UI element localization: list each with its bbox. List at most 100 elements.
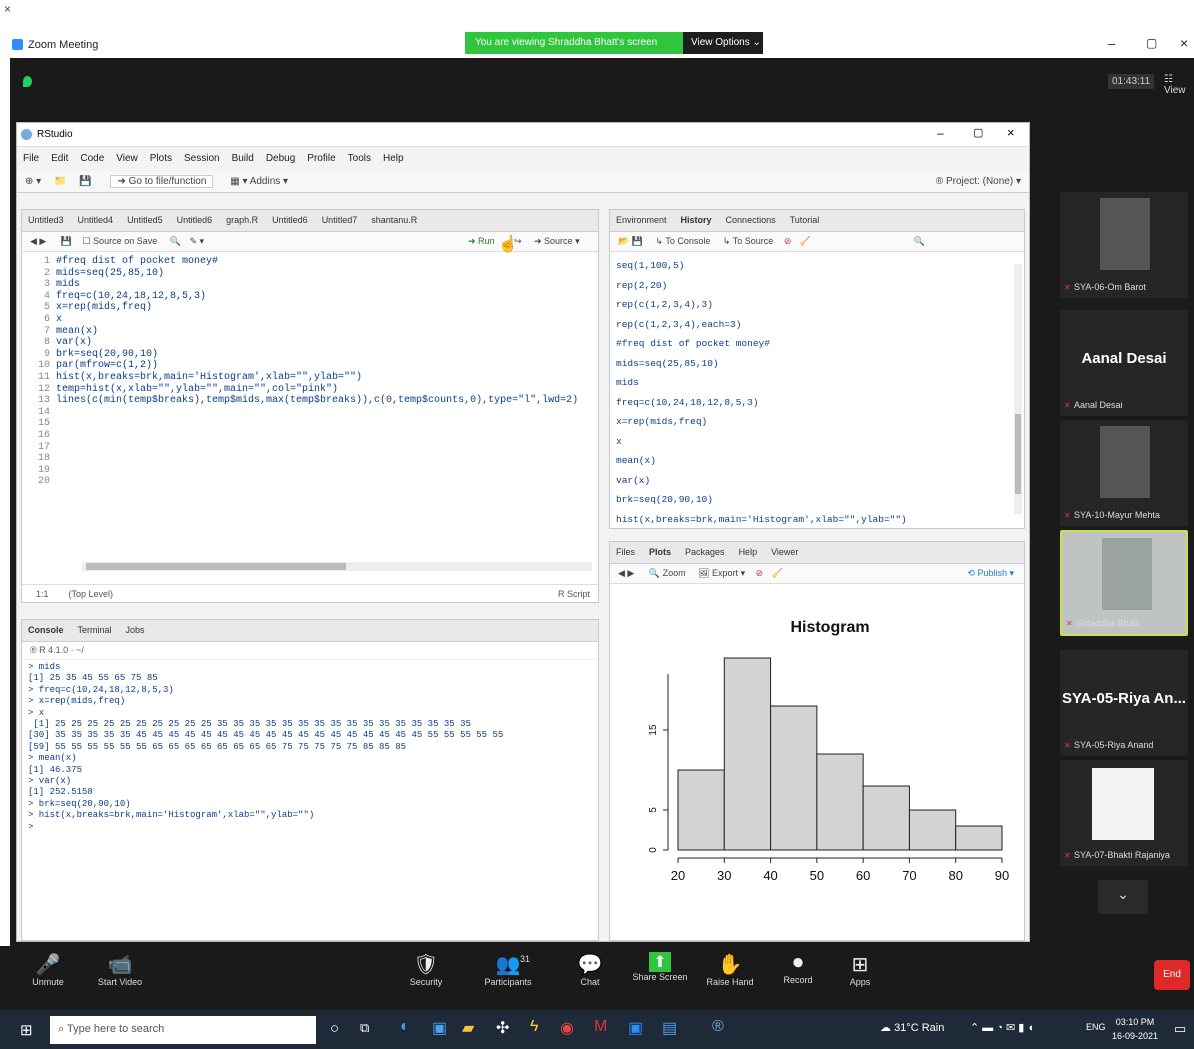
view-options-button[interactable]: View Options ⌄ [683, 32, 763, 54]
history-item[interactable]: mids [616, 373, 1018, 393]
remove-plot-icon[interactable]: ⊘ [756, 568, 764, 578]
menu-item[interactable]: Edit [51, 153, 68, 165]
winamp-icon[interactable]: ϟ [530, 1018, 538, 1036]
menu-item[interactable]: Tools [348, 153, 371, 165]
participant-tile[interactable]: Aanal Desai ✕ Aanal Desai [1060, 310, 1188, 416]
history-item[interactable]: var(x) [616, 471, 1018, 491]
rs-maximize-icon[interactable]: ▢ [973, 126, 983, 139]
explorer-icon[interactable]: ▰ [462, 1018, 474, 1038]
chat-button[interactable]: 💬 Chat [560, 946, 620, 1002]
menu-item[interactable]: Code [80, 153, 104, 165]
load-history-icon[interactable]: 📂 💾 [618, 236, 643, 246]
security-button[interactable]: 🛡 Security [396, 946, 456, 1002]
menu-item[interactable]: Help [383, 153, 404, 165]
tab[interactable]: Untitled6 [272, 215, 308, 226]
participant-tile[interactable]: ✕ Shraddha Bhatt [1060, 530, 1188, 636]
close-icon[interactable]: × [1180, 35, 1188, 51]
history-item[interactable]: freq=c(10,24,18,12,8,5,3) [616, 393, 1018, 413]
participant-tile[interactable]: SYA-05-Riya An... ✕ SYA-05-Riya Anand [1060, 650, 1188, 756]
menu-item[interactable]: Plots [150, 153, 172, 165]
taskbar-search-input[interactable]: ⌕ Type here to search [50, 1016, 316, 1044]
store-icon[interactable]: ▣ [432, 1018, 447, 1038]
history-item[interactable]: x [616, 432, 1018, 452]
menu-item[interactable]: Debug [266, 153, 295, 165]
task-view-icon[interactable]: ⧉ [360, 1020, 369, 1036]
minimize-icon[interactable]: – [1108, 36, 1115, 51]
clock[interactable]: 03:10 PM 16-09-2021 [1112, 1015, 1158, 1043]
source-on-save-checkbox[interactable]: ☐ Source on Save [83, 236, 158, 246]
close-x-icon[interactable]: × [4, 2, 11, 16]
to-console-button[interactable]: ↳ To Console [655, 236, 710, 246]
history-item[interactable]: rep(2,20) [616, 276, 1018, 296]
word-icon[interactable]: ▤ [662, 1018, 677, 1038]
console-output[interactable]: > mids [1] 25 35 45 55 65 75 85 > freq=c(1… [22, 660, 598, 932]
plot-nav-icon[interactable]: ◀ ▶ [618, 568, 634, 578]
tab[interactable]: Untitled7 [322, 215, 358, 226]
save-editor-icon[interactable]: 💾 [61, 236, 72, 246]
zoom-plot-button[interactable]: 🔍 Zoom [649, 568, 686, 578]
history-item[interactable]: hist(x,breaks=brk,main='Histogram',xlab=… [616, 510, 1018, 525]
export-button[interactable]: 🖼 Export ▾ [698, 568, 745, 578]
tab[interactable]: Terminal [78, 625, 112, 636]
project-menu[interactable]: ® Project: (None) ▾ [936, 176, 1021, 187]
history-scrollbar[interactable] [1014, 264, 1022, 514]
tab[interactable]: shantanu.R [371, 215, 417, 226]
to-source-button[interactable]: ↳ To Source [723, 236, 773, 246]
history-item[interactable]: brk=seq(20,90,10) [616, 490, 1018, 510]
zoom-taskbar-icon[interactable]: ▣ [628, 1018, 643, 1038]
tab[interactable]: Connections [726, 215, 776, 226]
end-button[interactable]: End [1154, 960, 1190, 990]
new-file-icon[interactable]: ⊕ ▾ [25, 176, 41, 187]
source-button[interactable]: ➜ Source ▾ [534, 236, 580, 247]
menu-item[interactable]: Build [232, 153, 254, 165]
back-icon[interactable]: ◀ ▶ [30, 236, 46, 246]
addins-menu[interactable]: ▦ ▾ Addins ▾ [230, 176, 288, 187]
participant-tile[interactable]: ✕ SYA-07-Bhakti Rajaniya [1060, 760, 1188, 866]
menu-item[interactable]: Session [184, 153, 220, 165]
tab[interactable]: graph.R [226, 215, 258, 226]
tab[interactable]: Environment [616, 215, 667, 226]
remove-icon[interactable]: ⊘ [784, 236, 792, 246]
share-screen-button[interactable]: ⬆ Share Screen [630, 946, 690, 1002]
rstudio-taskbar-icon[interactable]: ® [712, 1018, 724, 1036]
mcafee-icon[interactable]: M [594, 1018, 607, 1036]
history-item[interactable]: mean(x) [616, 451, 1018, 471]
view-button[interactable]: ☷ View [1164, 74, 1194, 96]
teams-icon[interactable]: ✣ [496, 1018, 509, 1038]
code-editor[interactable]: 1 #freq dist of pocket money# 2 mids=seq(25… [22, 252, 598, 558]
history-item[interactable]: #freq dist of pocket money# [616, 334, 1018, 354]
history-item[interactable]: seq(1,100,5) [616, 256, 1018, 276]
open-file-icon[interactable]: 📁 [54, 176, 66, 187]
tab[interactable]: Untitled3 [28, 215, 64, 226]
weather-widget[interactable]: ☁ 31°C Rain [880, 1021, 944, 1034]
horizontal-scrollbar[interactable] [82, 562, 592, 571]
broom-icon[interactable]: 🧹 [800, 236, 811, 246]
run-button[interactable]: ➜ Run [468, 236, 495, 247]
menu-item[interactable]: File [23, 153, 39, 165]
participant-tile[interactable]: ✕ SYA-10-Mayur Mehta [1060, 420, 1188, 526]
goto-file-input[interactable]: ➜ Go to file/function [110, 175, 214, 188]
participant-tile[interactable]: ✕ SYA-06-Om Barot [1060, 192, 1188, 298]
history-item[interactable]: x=rep(mids,freq) [616, 412, 1018, 432]
maximize-icon[interactable]: ▢ [1146, 36, 1157, 50]
tab[interactable]: Untitled6 [177, 215, 213, 226]
tab[interactable]: History [681, 215, 712, 226]
menu-item[interactable]: View [116, 153, 138, 165]
rs-minimize-icon[interactable]: – [937, 126, 944, 140]
tab[interactable]: Jobs [126, 625, 145, 636]
clear-plots-icon[interactable]: 🧹 [772, 568, 783, 578]
unmute-button[interactable]: 🎤 Unmute [18, 946, 78, 1002]
save-icon[interactable]: 💾 [79, 176, 91, 187]
tab[interactable]: Help [739, 547, 758, 558]
cortana-icon[interactable]: ○ [330, 1020, 339, 1037]
apps-button[interactable]: ⊞ Apps [830, 946, 890, 1002]
publish-button[interactable]: ⟲ Publish ▾ [967, 568, 1014, 579]
history-item[interactable]: mids=seq(25,85,10) [616, 354, 1018, 374]
history-search-icon[interactable]: 🔍 [914, 236, 925, 246]
tab[interactable]: Packages [685, 547, 725, 558]
history-item[interactable]: rep(c(1,2,3,4),each=3) [616, 315, 1018, 335]
tab[interactable]: Viewer [771, 547, 798, 558]
notification-icon[interactable]: ▭ [1174, 1021, 1186, 1037]
tab[interactable]: Tutorial [790, 215, 820, 226]
edge-icon[interactable]: ◐ [400, 1018, 410, 1036]
